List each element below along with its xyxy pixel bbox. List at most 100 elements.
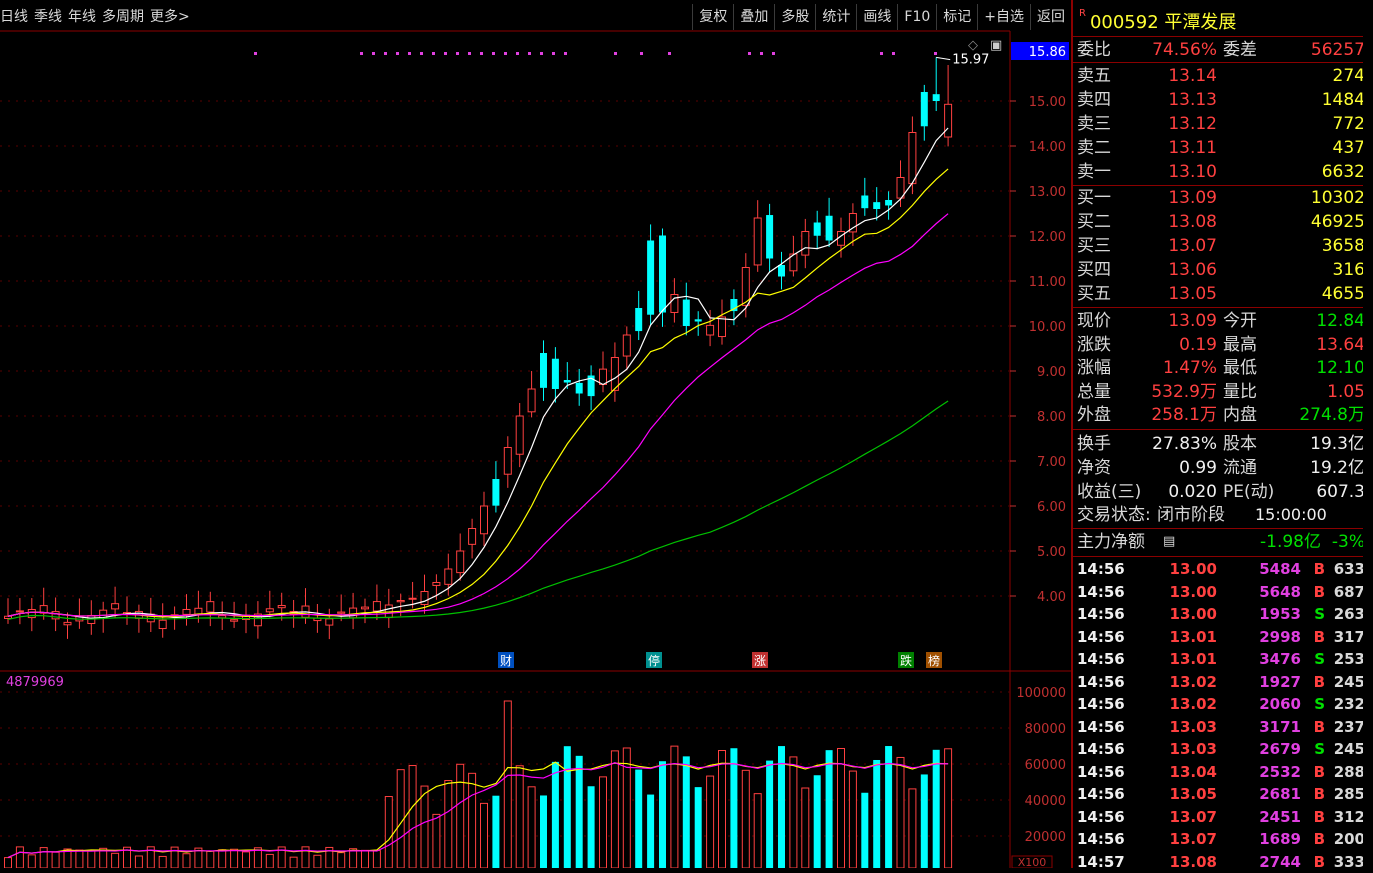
- volume-bar: [456, 763, 465, 868]
- period-tab-4[interactable]: 更多>: [150, 4, 196, 30]
- toolbar-button-1[interactable]: 叠加: [733, 4, 774, 30]
- candle-body: [15, 610, 24, 613]
- period-tab-3[interactable]: 多周期: [102, 4, 150, 30]
- fund-value: 19.2亿: [1310, 457, 1365, 478]
- tick-price: 13.04: [1169, 762, 1217, 781]
- volume-bar: [349, 848, 358, 868]
- volume-bar: [896, 756, 905, 868]
- right-scrollbar[interactable]: [1363, 0, 1373, 868]
- volume-bar: [730, 748, 738, 868]
- kline-chart[interactable]: 15.00 14.00 13.00 12.00 11.00 10.00 9.00 8.00 7.…: [0, 0, 1071, 868]
- price-tick-label: 5.00: [1037, 545, 1066, 560]
- toolbar-button-0[interactable]: 复权: [692, 4, 733, 30]
- toolbar-button-5[interactable]: F10: [897, 4, 936, 30]
- ma60-line: [7, 400, 949, 621]
- tick-side: B: [1313, 672, 1325, 691]
- tick-time: 14:56: [1077, 605, 1125, 623]
- price-tick-label: 11.00: [1029, 275, 1066, 290]
- toolbar-button-7[interactable]: +自选: [977, 4, 1030, 30]
- bid-price: 13.06: [1168, 260, 1217, 280]
- fund-row: 净资 0.99 流通 19.2亿: [1077, 456, 1365, 480]
- stock-title[interactable]: R 000592 平潭发展: [1079, 8, 1236, 34]
- tick-row: 14:56 13.00 1953 S 263: [1077, 603, 1365, 625]
- volume-bar: [813, 775, 821, 868]
- quote-row: 外盘 258.1万 内盘 274.8万: [1077, 403, 1365, 427]
- toolbar-button-8[interactable]: 返回: [1030, 4, 1071, 30]
- candle-body: [230, 619, 239, 622]
- volume-bar: [265, 853, 274, 868]
- main-flow-label: 主力净额: [1077, 532, 1145, 552]
- bid-volume: 4655: [1321, 284, 1365, 304]
- volume-bar: [837, 747, 845, 868]
- volume-bar: [694, 787, 702, 868]
- status-time: 15:00:00: [1255, 505, 1327, 524]
- signal-dot: [444, 52, 447, 55]
- toolbar-button-2[interactable]: 多股: [774, 4, 815, 30]
- toolbar-button-6[interactable]: 标记: [936, 4, 977, 30]
- list-icon[interactable]: ▤: [1163, 530, 1175, 554]
- weicha-label: 委差: [1223, 40, 1257, 60]
- price-tick-label: 4.00: [1037, 590, 1066, 605]
- tick-time: 14:56: [1077, 807, 1125, 826]
- quote-label: 涨幅: [1077, 358, 1111, 378]
- candle-body: [825, 215, 833, 241]
- signal-dot: [772, 52, 775, 55]
- volume-bar: [848, 770, 857, 868]
- period-tab-2[interactable]: 年线: [68, 4, 102, 30]
- volume-bar: [610, 750, 619, 868]
- toolbar-button-4[interactable]: 画线: [856, 4, 897, 30]
- event-badge: 榜: [928, 653, 940, 668]
- volume-bar: [39, 847, 48, 868]
- candle-body: [4, 615, 12, 619]
- tick-count: 232: [1333, 695, 1365, 713]
- tick-price: 13.03: [1169, 717, 1217, 736]
- ask-label: 卖四: [1077, 90, 1111, 110]
- signal-dot: [880, 52, 883, 55]
- volume-bar: [444, 780, 453, 868]
- vol-readout: 4879969: [6, 675, 64, 690]
- candle-body: [801, 231, 810, 256]
- candle-body: [575, 382, 583, 394]
- vol-tick-label: 20000: [1025, 830, 1066, 845]
- main-flow-row[interactable]: 主力净额 ▤ -1.98亿 -3%: [1077, 530, 1365, 554]
- fund-value: 19.3亿: [1310, 433, 1365, 454]
- bid-row: 买五 13.05 4655: [1077, 282, 1365, 306]
- volume-bar: [551, 761, 559, 868]
- volume-bar: [825, 750, 833, 868]
- price-tick-label: 14.00: [1029, 140, 1066, 155]
- candle-body: [885, 200, 893, 206]
- volume-bar: [27, 854, 36, 868]
- signal-dot: [360, 52, 363, 55]
- period-tab-1[interactable]: 季线: [34, 4, 68, 30]
- quote-row: 总量 532.9万 量比 1.05: [1077, 380, 1365, 404]
- ask-label: 卖二: [1077, 138, 1111, 158]
- fund-value: 27.83%: [1152, 433, 1217, 454]
- toolbar-button-3[interactable]: 统计: [815, 4, 856, 30]
- volume-bar: [908, 788, 917, 868]
- event-badge: 停: [648, 653, 660, 668]
- signal-dot: [480, 52, 483, 55]
- ask-price: 13.14: [1168, 66, 1217, 86]
- tick-volume: 3171: [1259, 717, 1301, 736]
- ask-price: 13.13: [1168, 90, 1217, 110]
- tick-count: 263: [1333, 605, 1365, 623]
- period-tab-0[interactable]: 日线: [0, 4, 34, 30]
- candle-body: [813, 222, 821, 236]
- quote-row: 涨幅 1.47% 最低 12.10: [1077, 356, 1365, 380]
- candle-body: [503, 447, 512, 475]
- volume-bar: [408, 765, 417, 868]
- ask-volume: 6632: [1321, 162, 1365, 182]
- ask-label: 卖五: [1077, 66, 1111, 86]
- candle-body: [527, 388, 536, 413]
- bid-volume: 316: [1332, 260, 1365, 280]
- bid-row: 买三 13.07 3658: [1077, 234, 1365, 258]
- tick-price: 13.02: [1169, 672, 1217, 691]
- candle-body: [337, 611, 346, 614]
- quote-label: 今开: [1223, 311, 1257, 331]
- tick-volume: 5484: [1259, 560, 1301, 578]
- tick-row: 14:57 13.08 2744 B 333: [1077, 851, 1365, 873]
- signal-dot: [420, 52, 423, 55]
- candle-body: [563, 380, 571, 383]
- tick-volume: 2532: [1259, 762, 1301, 781]
- tick-price: 13.00: [1169, 560, 1217, 578]
